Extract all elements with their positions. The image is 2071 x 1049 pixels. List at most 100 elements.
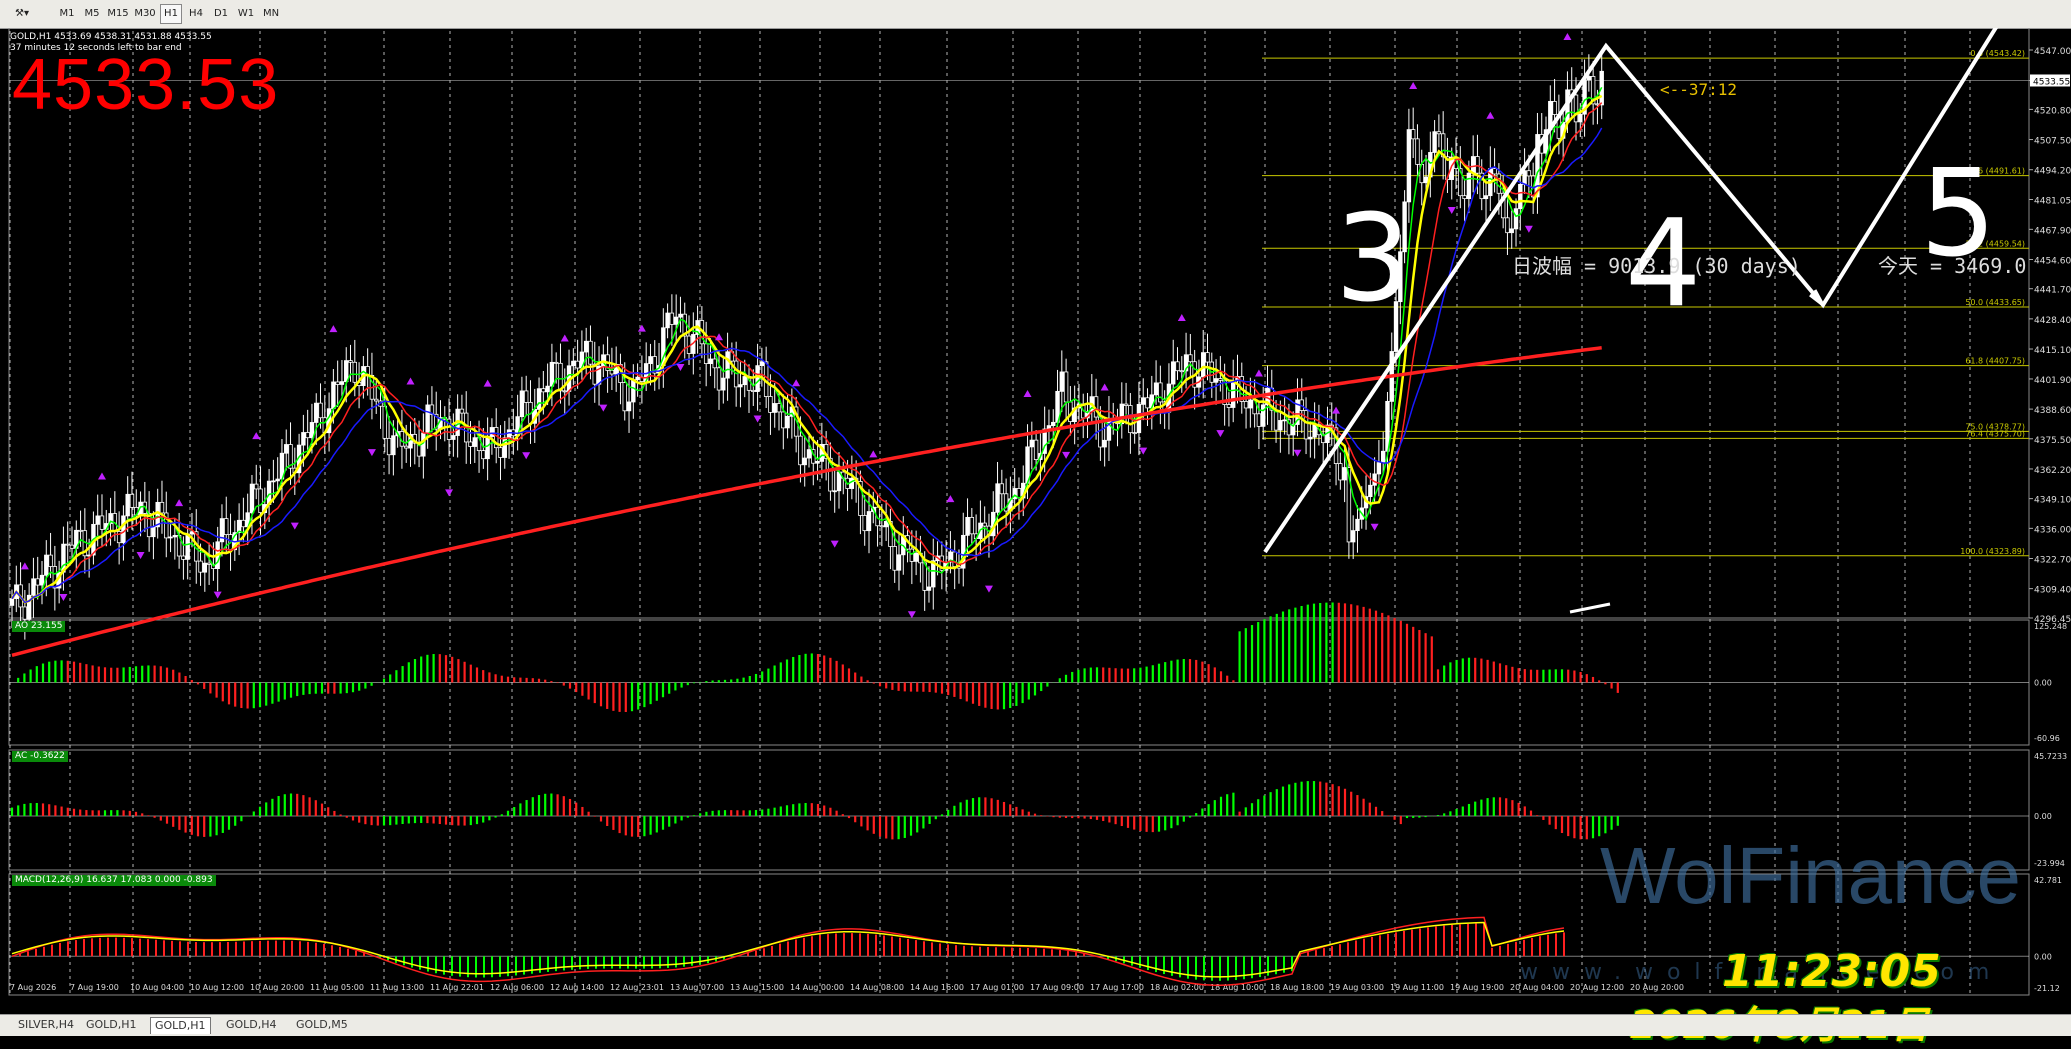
- timeframe-button-mn[interactable]: MN: [260, 4, 282, 24]
- candle-body: [999, 483, 1005, 495]
- candle-body: [545, 385, 550, 393]
- candle-body: [65, 543, 70, 546]
- candle-body: [1226, 404, 1232, 408]
- timeframe-button-m1[interactable]: M1: [56, 4, 78, 24]
- candle-body: [1586, 76, 1592, 81]
- candle-body: [583, 340, 589, 353]
- time-axis-label: 13 Aug 15:00: [730, 983, 784, 992]
- chart-tab-1[interactable]: GOLD,H1: [82, 1017, 141, 1033]
- candle-body: [1573, 94, 1579, 123]
- fractal-marker: [1177, 314, 1186, 322]
- fractal-marker: [1023, 389, 1032, 397]
- candle-body: [1231, 380, 1236, 408]
- candle-body: [1278, 420, 1283, 431]
- timeframe-button-d1[interactable]: D1: [210, 4, 232, 24]
- fractal-marker: [1062, 451, 1071, 459]
- candle-body: [751, 389, 756, 392]
- candle-body: [536, 388, 542, 410]
- chart-tab-0[interactable]: SILVER,H4: [14, 1017, 78, 1033]
- candle-body: [609, 370, 615, 375]
- timeframe-button-m30[interactable]: M30: [133, 4, 157, 24]
- ao-min-label: -60.96: [2034, 734, 2060, 743]
- candle-body: [626, 401, 632, 412]
- candle-body: [1256, 413, 1262, 427]
- fractal-marker: [1254, 369, 1263, 377]
- time-axis-label: 11 Aug 13:00: [370, 983, 424, 992]
- candle-body: [1033, 439, 1039, 460]
- candle-body: [181, 555, 186, 560]
- candle-body: [1475, 156, 1480, 174]
- tools-dropdown-icon[interactable]: ⚒▾: [6, 4, 38, 24]
- chart-tab-3[interactable]: GOLD,H4: [222, 1017, 281, 1033]
- candle-body: [1051, 421, 1056, 427]
- candle-body: [1368, 484, 1373, 498]
- fractal-marker: [984, 585, 993, 593]
- chart-tabs: SILVER,H4 GOLD,H1 GOLD,H1 GOLD,H4 GOLD,M5: [0, 1014, 2071, 1036]
- candle-body: [35, 578, 40, 586]
- candle-body: [1179, 370, 1184, 373]
- price-tick-label: 4507.50: [2034, 137, 2071, 147]
- candle-body: [913, 552, 919, 562]
- candle-body: [1261, 404, 1266, 427]
- time-axis-label: 14 Aug 08:00: [850, 983, 904, 992]
- candle-body: [1059, 371, 1065, 392]
- candle-body: [571, 360, 576, 367]
- ao-zero-label: 0.00: [2034, 679, 2052, 688]
- time-axis-label: 7 Aug 19:00: [70, 983, 119, 992]
- timeframe-button-h1[interactable]: H1: [160, 4, 182, 24]
- candle-body: [721, 377, 726, 391]
- candle-body: [1308, 436, 1313, 440]
- time-axis-label: 14 Aug 16:00: [910, 983, 964, 992]
- candle-body: [781, 411, 786, 429]
- fractal-marker: [1293, 449, 1302, 457]
- fractal-marker: [869, 450, 878, 458]
- candle-body: [1350, 530, 1356, 543]
- candle-body: [575, 360, 580, 369]
- candle-body: [665, 312, 670, 329]
- candle-body: [95, 515, 100, 525]
- timeframe-button-h4[interactable]: H4: [185, 4, 207, 24]
- candle-body: [1355, 518, 1360, 532]
- candle-body: [1102, 439, 1107, 448]
- price-tick-label: 4375.50: [2034, 436, 2071, 446]
- candle-body: [669, 312, 675, 325]
- fractal-marker: [1524, 225, 1533, 233]
- fractal-marker: [20, 562, 29, 570]
- candle-body: [352, 361, 357, 383]
- fib-label: 50.0 (4433.65): [1965, 298, 2025, 307]
- candle-body: [759, 361, 765, 367]
- candle-body: [712, 358, 717, 369]
- candle-body: [806, 449, 812, 459]
- fractal-marker: [367, 449, 376, 457]
- candle-body: [481, 450, 486, 460]
- timeframe-button-w1[interactable]: W1: [235, 4, 257, 24]
- fractal-marker: [329, 325, 338, 333]
- candle-body: [673, 316, 679, 325]
- candle-body: [1496, 173, 1502, 194]
- candle-body: [1218, 378, 1223, 381]
- ao-label: AO 23.155: [12, 621, 66, 632]
- timeframe-button-m5[interactable]: M5: [81, 4, 103, 24]
- candle-body: [271, 480, 276, 483]
- clock-display: 11:23:05: [1722, 946, 1941, 997]
- candle-body: [284, 444, 289, 454]
- chart-tab-4[interactable]: GOLD,M5: [292, 1017, 352, 1033]
- time-axis-label: 19 Aug 19:00: [1450, 983, 1504, 992]
- candle-body: [459, 408, 465, 414]
- candle-body: [22, 606, 28, 620]
- candle-body: [1505, 217, 1510, 234]
- timeframe-button-m15[interactable]: M15: [106, 4, 130, 24]
- candle-body: [738, 384, 743, 388]
- candle-body: [541, 388, 546, 393]
- fractal-marker: [1486, 111, 1495, 119]
- candle-body: [1248, 399, 1253, 409]
- candle-body: [1123, 403, 1129, 406]
- chart-tab-2[interactable]: GOLD,H1: [150, 1017, 211, 1034]
- time-axis-label: 10 Aug 12:00: [190, 983, 244, 992]
- time-axis-label: 12 Aug 06:00: [490, 983, 544, 992]
- ao-max-label: 125.248: [2034, 622, 2067, 631]
- ma-yellow-line: [10, 94, 1603, 604]
- candle-body: [1578, 113, 1583, 123]
- macd-max-label: 42.781: [2034, 876, 2062, 885]
- time-axis-label: 12 Aug 23:01: [610, 983, 664, 992]
